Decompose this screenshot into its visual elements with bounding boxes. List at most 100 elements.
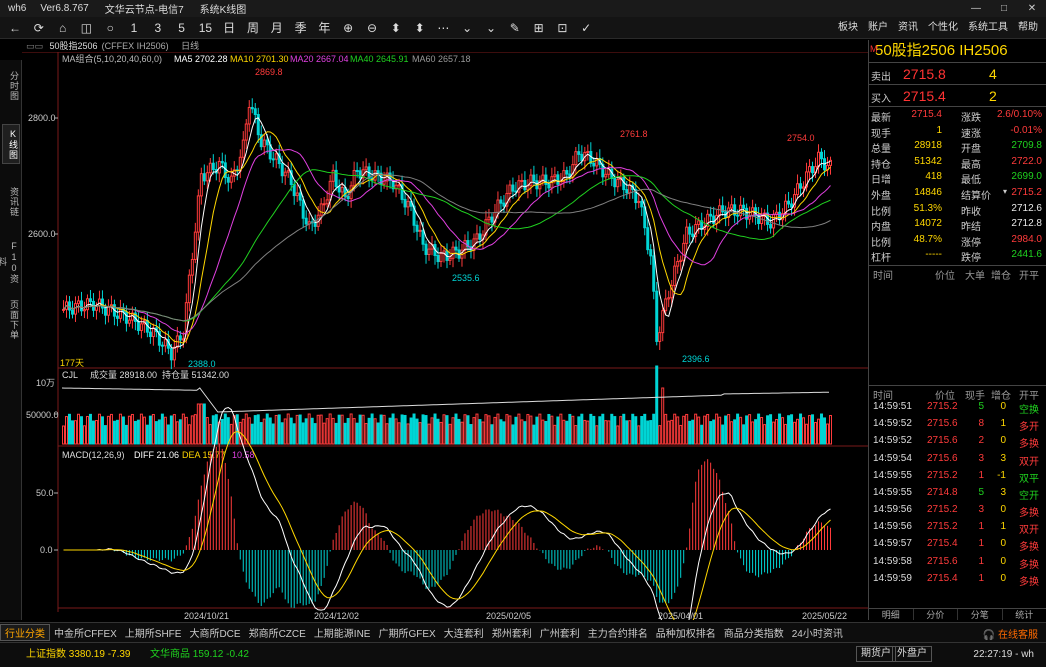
bid-row[interactable]: 买入 2715.4 2 [869,84,1046,106]
period-quarter-icon[interactable]: 季 [292,20,310,36]
close-icon[interactable]: ✕ [1018,0,1046,17]
draw-icon[interactable]: ✎ [506,20,524,36]
quote-field-value: 14072 [914,218,942,230]
bottom-tab[interactable]: 行业分类 [0,624,50,641]
bottom-tab[interactable]: 广州套利 [536,625,584,640]
period-5-icon[interactable]: 5 [173,20,191,36]
bottom-tab[interactable]: 主力合约排名 [584,625,652,640]
kline-chart[interactable]: MA组合(5,10,20,40,60,0) MA5 2702.28 MA10 2… [22,52,868,620]
expand-icon[interactable]: ⬍ [387,20,405,36]
candle-body [421,229,425,245]
candle-body [640,200,644,208]
ask-row[interactable]: 卖出 2715.8 4 [869,62,1046,84]
tab-f10[interactable]: F10资料 [0,238,20,286]
period-15-icon[interactable]: 15 [196,20,214,36]
online-support-button[interactable]: 🎧 在线客服 [983,626,1038,641]
window-icon[interactable]: ◫ [77,20,95,36]
period-year-icon[interactable]: 年 [315,20,333,36]
clock: 22:27:19 - wh [973,649,1034,660]
futures-account-button[interactable]: 期货户 [856,646,896,662]
bottom-tab[interactable]: 中金所CFFEX [50,625,121,640]
bottom-tab[interactable]: 24小时资讯 [788,625,847,640]
bottom-tab[interactable]: 大连套利 [440,625,488,640]
quote-field-label: 昨结 [961,222,981,234]
tab-order[interactable]: 页面下单 [2,294,20,346]
ask-price: 2715.8 [903,66,946,82]
wenhua-commodity-index[interactable]: 文华商品 159.12 -0.42 [150,646,249,664]
server-node[interactable]: 文华云节点-电信7 [105,1,184,16]
volume-bar [811,414,815,445]
quote-field-label: 日增 [871,175,891,187]
grid-icon[interactable]: ⊡ [553,20,571,36]
volume-bar [757,413,761,445]
zoom-out-icon[interactable]: ⊖ [363,20,381,36]
zoom-in-icon[interactable]: ⊕ [339,20,357,36]
chart-icon: ▭▭ [26,41,44,51]
bottom-tab[interactable]: 大商所DCE [185,625,244,640]
circle-icon[interactable]: ○ [101,20,119,36]
candle-body [280,163,284,177]
shanghai-index[interactable]: 上证指数 3380.19 -7.39 [26,646,131,664]
period-1-icon[interactable]: 1 [125,20,143,36]
more-icon[interactable]: ⋯ [434,20,452,36]
check-icon[interactable]: ✓ [577,20,595,36]
chevron-down-icon[interactable]: ▾ [1003,187,1007,196]
volume-bar [538,413,542,445]
bottom-tab[interactable]: 郑商所CZCE [245,625,310,640]
trade-oi-change: 0 [1000,400,1006,412]
volume-bar [568,413,572,445]
tab-news-chain[interactable]: 资讯链 [2,182,20,222]
bottom-tab[interactable]: 郑州套利 [488,625,536,640]
volume-bar [520,419,524,445]
menu-sector[interactable]: 板块 [838,20,858,36]
candle-body [139,323,143,331]
layout-icon[interactable]: ⊞ [530,20,548,36]
quote-field-value: 2712.6 [1011,202,1042,214]
period-3-icon[interactable]: 3 [149,20,167,36]
volume-bar [652,413,656,445]
volume-bar [205,417,209,445]
period-day-icon[interactable]: 日 [220,20,238,36]
menu-account[interactable]: 账户 [868,20,888,36]
scroll-down-icon[interactable]: ⌄ [458,20,476,36]
menu-news[interactable]: 资讯 [898,20,918,36]
volume-bar [295,414,299,445]
tab-intraday[interactable]: 分时图 [2,66,20,106]
bottom-tab[interactable]: 商品分类指数 [720,625,788,640]
volume-bar [601,413,605,445]
scroll-down-2-icon[interactable]: ⌄ [482,20,500,36]
volume-bar [274,414,278,445]
bottom-tab[interactable]: 上期能源INE [310,625,375,640]
menu-help[interactable]: 帮助 [1018,20,1038,36]
tab-price-dist[interactable]: 分价 [914,609,958,620]
foreign-account-button[interactable]: 外盘户 [892,646,932,662]
period-month-icon[interactable]: 月 [268,20,286,36]
candle-body [709,213,713,217]
quote-row: 比例 51.3% 昨收 2712.6 [869,203,1046,219]
volume-bar [529,415,533,445]
tab-tick[interactable]: 分笔 [958,609,1003,620]
collapse-icon[interactable]: ⬍ [411,20,429,36]
bottom-tab[interactable]: 品种加权排名 [652,625,720,640]
maximize-icon[interactable]: □ [990,0,1018,17]
refresh-icon[interactable]: ⟳ [30,20,48,36]
tab-kline[interactable]: K线图 [2,124,20,164]
period-week-icon[interactable]: 周 [244,20,262,36]
quote-field-label: 外盘 [871,190,891,202]
volume-bar [166,424,170,445]
home-icon[interactable]: ⌂ [54,20,72,36]
volume-bar [367,417,371,445]
volume-bar [826,423,830,445]
menu-system-tools[interactable]: 系统工具 [968,20,1008,36]
bottom-tab[interactable]: 广期所GFEX [374,625,439,640]
chart-contract: 50股指2506 [49,41,98,51]
chart-period[interactable]: 日线 [181,41,199,51]
minimize-icon[interactable]: — [962,0,990,17]
tab-detail[interactable]: 明细 [869,609,914,620]
volume-bar [88,413,92,445]
menu-personalize[interactable]: 个性化 [928,20,958,36]
back-icon[interactable]: ← [6,20,24,36]
tab-stats[interactable]: 统计 [1003,609,1046,620]
trade-time: 14:59:55 [873,486,912,498]
bottom-tab[interactable]: 上期所SHFE [121,625,186,640]
